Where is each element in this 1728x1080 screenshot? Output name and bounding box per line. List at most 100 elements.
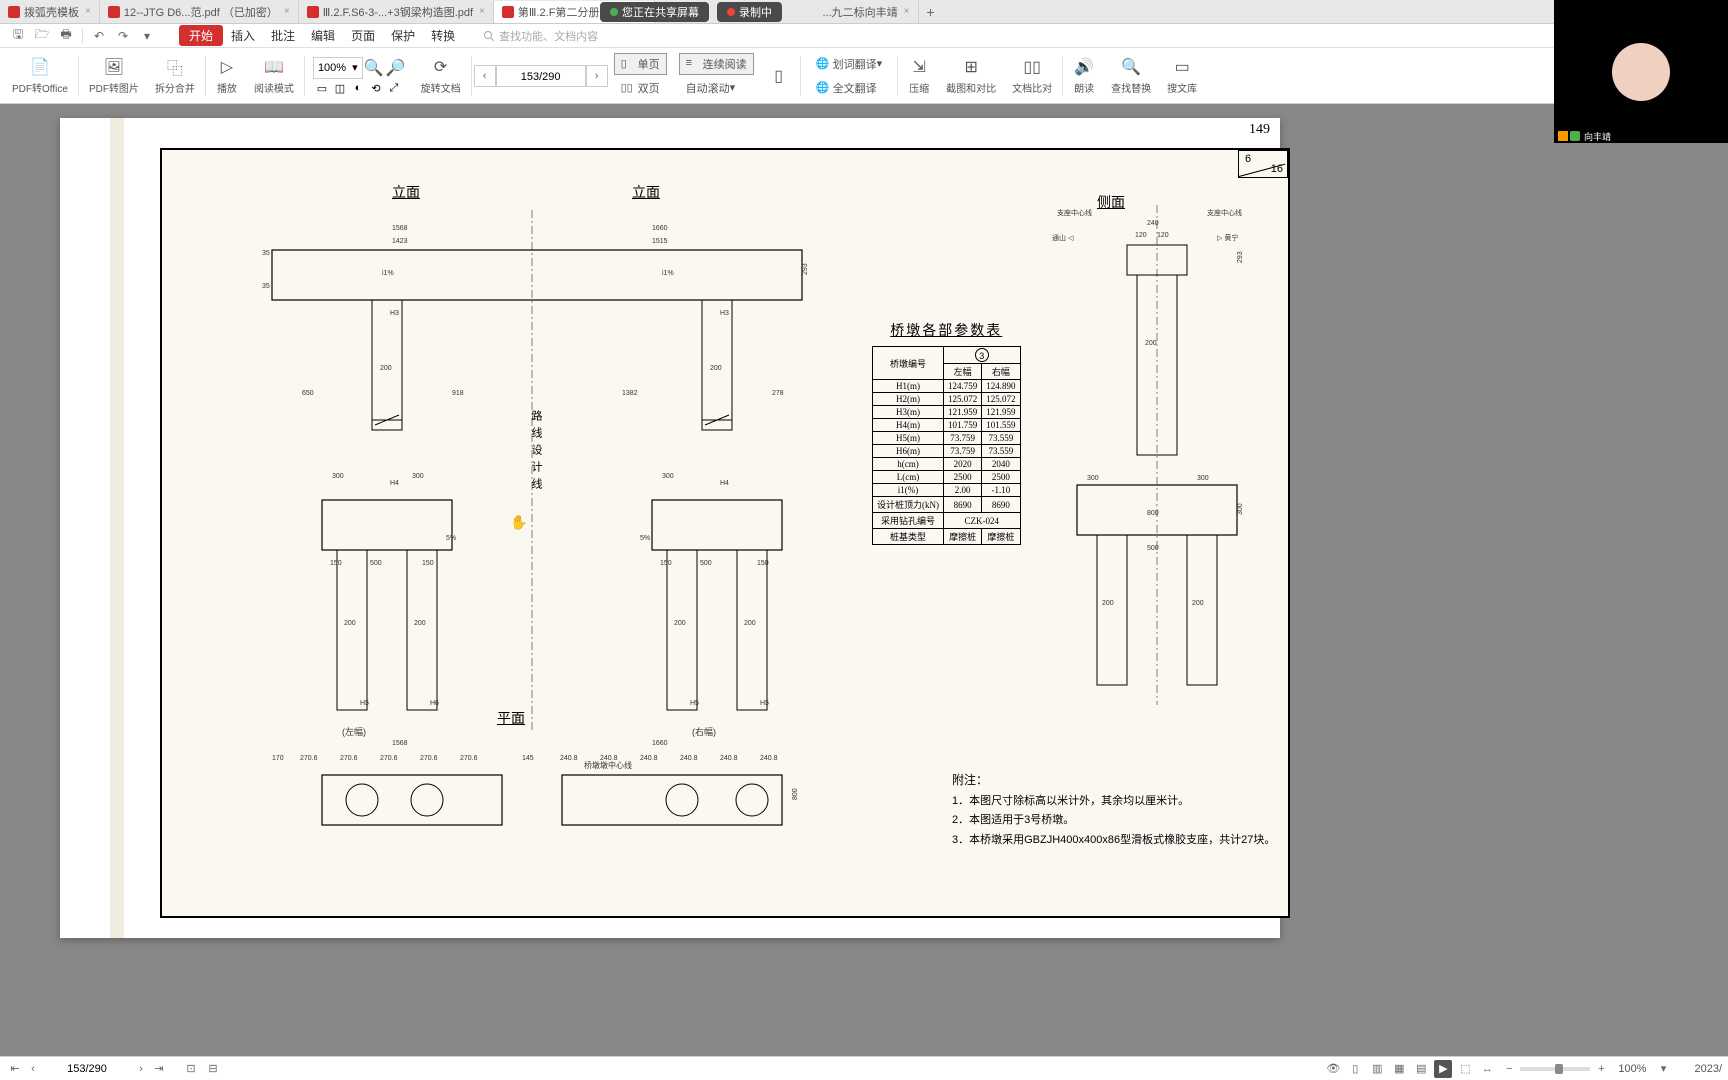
recording-badge[interactable]: 录制中	[717, 2, 782, 22]
fit-width-icon[interactable]: ↔	[1478, 1060, 1496, 1078]
auto-scroll-button[interactable]: 自动滚动 ▾	[679, 77, 754, 99]
next-page-button[interactable]: ›	[586, 65, 608, 87]
table-row: H4(m)101.759101.559	[873, 419, 1021, 432]
menu-convert[interactable]: 转换	[423, 25, 463, 46]
zoom-out-button[interactable]: −	[1500, 1060, 1518, 1078]
tab-5[interactable]: ...九二标向丰靖×	[815, 1, 919, 23]
single-page-button[interactable]: ▯单页	[614, 53, 667, 75]
prev-page-button[interactable]: ‹	[474, 65, 496, 87]
print-icon[interactable]: 🖶	[56, 27, 76, 45]
layout-3-icon[interactable]: ▦	[1390, 1060, 1408, 1078]
undo-icon[interactable]: ↶	[89, 27, 109, 45]
video-call-overlay[interactable]: 向丰靖	[1554, 0, 1728, 143]
menu-bar: 开始 插入 批注 编辑 页面 保护 转换	[179, 25, 463, 46]
continuous-read-button[interactable]: ≡连续阅读	[679, 53, 754, 75]
dim: 500	[370, 560, 382, 567]
layout-1-icon[interactable]: ▯	[1346, 1060, 1364, 1078]
double-page-button[interactable]: ▯▯双页	[614, 77, 667, 99]
tab-2[interactable]: 12--JTG D6...范.pdf （已加密）×	[100, 1, 299, 23]
pdf-to-office-button[interactable]: 📄PDF转Office	[4, 52, 76, 100]
zoom-width-button[interactable]: ⊟	[204, 1060, 222, 1078]
zoom-in-button[interactable]: 🔎	[385, 58, 407, 78]
tab-3[interactable]: Ⅲ.2.F.S6-3-...+3钢梁构造图.pdf×	[299, 1, 494, 23]
select-crop-icon[interactable]: ◫	[331, 82, 349, 95]
zoom-in-button[interactable]: +	[1592, 1060, 1610, 1078]
menu-annotate[interactable]: 批注	[263, 25, 303, 46]
search-icon: 🔍	[1120, 56, 1142, 78]
select-lasso-icon[interactable]: ◐	[349, 82, 367, 94]
pdf-to-image-button[interactable]: 🖼PDF转图片	[81, 52, 147, 100]
save-icon[interactable]: 🖫	[8, 27, 28, 45]
zoom-select[interactable]: 100% ▾	[313, 57, 363, 79]
notes-title: 附注：	[952, 770, 1275, 792]
compare-icon: ▯▯	[1021, 56, 1043, 78]
menu-protect[interactable]: 保护	[383, 25, 423, 46]
dim: 300	[1197, 475, 1209, 482]
close-icon[interactable]: ×	[284, 6, 290, 17]
doc-compare-button[interactable]: ▯▯文档比对	[1004, 52, 1060, 100]
refresh-icon[interactable]: ⟲	[367, 82, 385, 95]
menu-insert[interactable]: 插入	[223, 25, 263, 46]
dropdown-icon[interactable]: ▾	[137, 27, 157, 45]
first-page-button[interactable]: ⇤	[6, 1062, 24, 1075]
next-page-button[interactable]: ›	[132, 1063, 150, 1075]
document-viewport[interactable]: 149 6 16 立面 立面 侧面 平面	[0, 104, 1728, 1056]
fit-page-icon[interactable]: ⬚	[1456, 1060, 1474, 1078]
tab-bar: 拨弧壳模板 × 12--JTG D6...范.pdf （已加密）× Ⅲ.2.F.S…	[0, 0, 1728, 24]
read-aloud-button[interactable]: 🔊朗读	[1065, 52, 1103, 100]
label: 单页	[638, 56, 660, 72]
word-translate-button[interactable]: 🌐划词翻译 ▾	[809, 53, 890, 75]
play-button[interactable]: ▷播放	[208, 52, 246, 100]
dim: 500	[1147, 545, 1159, 552]
dim: 300	[332, 473, 344, 480]
eye-icon[interactable]: 👁	[1324, 1060, 1342, 1078]
label: 播放	[217, 80, 237, 95]
label: 自动滚动	[686, 80, 730, 96]
zoom-fit-button[interactable]: ⊡	[182, 1060, 200, 1078]
read-mode-button[interactable]: 📖阅读模式	[246, 52, 302, 100]
open-icon[interactable]: 🗁	[32, 27, 52, 45]
crop-compare-button[interactable]: ⊞截图和对比	[938, 52, 1004, 100]
play-button[interactable]: ▶	[1434, 1060, 1452, 1078]
select-rect-icon[interactable]: ▭	[313, 82, 331, 95]
record-icon	[727, 8, 735, 16]
dim: 293	[1237, 251, 1244, 263]
layout-2-icon[interactable]: ▥	[1368, 1060, 1386, 1078]
close-icon[interactable]: ×	[85, 6, 91, 17]
pdf-icon	[502, 6, 514, 18]
page-number-input[interactable]: 153/290	[496, 65, 586, 87]
find-replace-button[interactable]: 🔍查找替换	[1103, 52, 1159, 100]
dim: H3	[720, 310, 729, 317]
zoom-out-button[interactable]: 🔍	[363, 58, 385, 78]
layout-4-icon[interactable]: ▤	[1412, 1060, 1430, 1078]
menu-page[interactable]: 页面	[343, 25, 383, 46]
note-item: 3．本桥墩采用GBZJH400x400x86型滑板式橡胶支座，共计27块。	[952, 831, 1275, 851]
tab-1[interactable]: 拨弧壳模板 ×	[0, 1, 100, 23]
dim: 200	[1145, 340, 1157, 347]
close-icon[interactable]: ×	[479, 6, 485, 17]
page-view-button[interactable]: ▯	[760, 52, 798, 100]
table-row: 采用钻孔编号CZK-024	[873, 513, 1021, 529]
redo-icon[interactable]: ↷	[113, 27, 133, 45]
menu-start[interactable]: 开始	[179, 25, 223, 46]
chevron-down-icon[interactable]: ▾	[1654, 1060, 1672, 1078]
new-tab-button[interactable]: +	[919, 4, 943, 20]
expand-icon[interactable]: ⤢	[385, 82, 403, 95]
menu-edit[interactable]: 编辑	[303, 25, 343, 46]
zoom-slider[interactable]	[1520, 1067, 1590, 1071]
doc-library-button[interactable]: ▭搜文库	[1159, 52, 1205, 100]
sheet-total: 16	[1271, 163, 1283, 175]
compress-button[interactable]: ⇲压缩	[900, 52, 938, 100]
prev-page-button[interactable]: ‹	[24, 1063, 42, 1075]
last-page-button[interactable]: ⇥	[150, 1062, 168, 1075]
rotate-button[interactable]: ⟳旋转文档	[413, 52, 469, 100]
split-merge-button[interactable]: ⿻拆分合并	[147, 52, 203, 100]
page-input[interactable]	[42, 1063, 132, 1075]
pdf-icon	[108, 6, 120, 18]
close-icon[interactable]: ×	[904, 6, 910, 17]
share-screen-badge[interactable]: 您正在共享屏幕	[600, 2, 709, 22]
full-translate-button[interactable]: 🌐全文翻译	[809, 77, 890, 99]
search-box[interactable]: 查找功能、文档内容	[483, 28, 598, 44]
tab-label: 拨弧壳模板	[24, 4, 79, 20]
double-page-icon: ▯▯	[621, 81, 635, 95]
